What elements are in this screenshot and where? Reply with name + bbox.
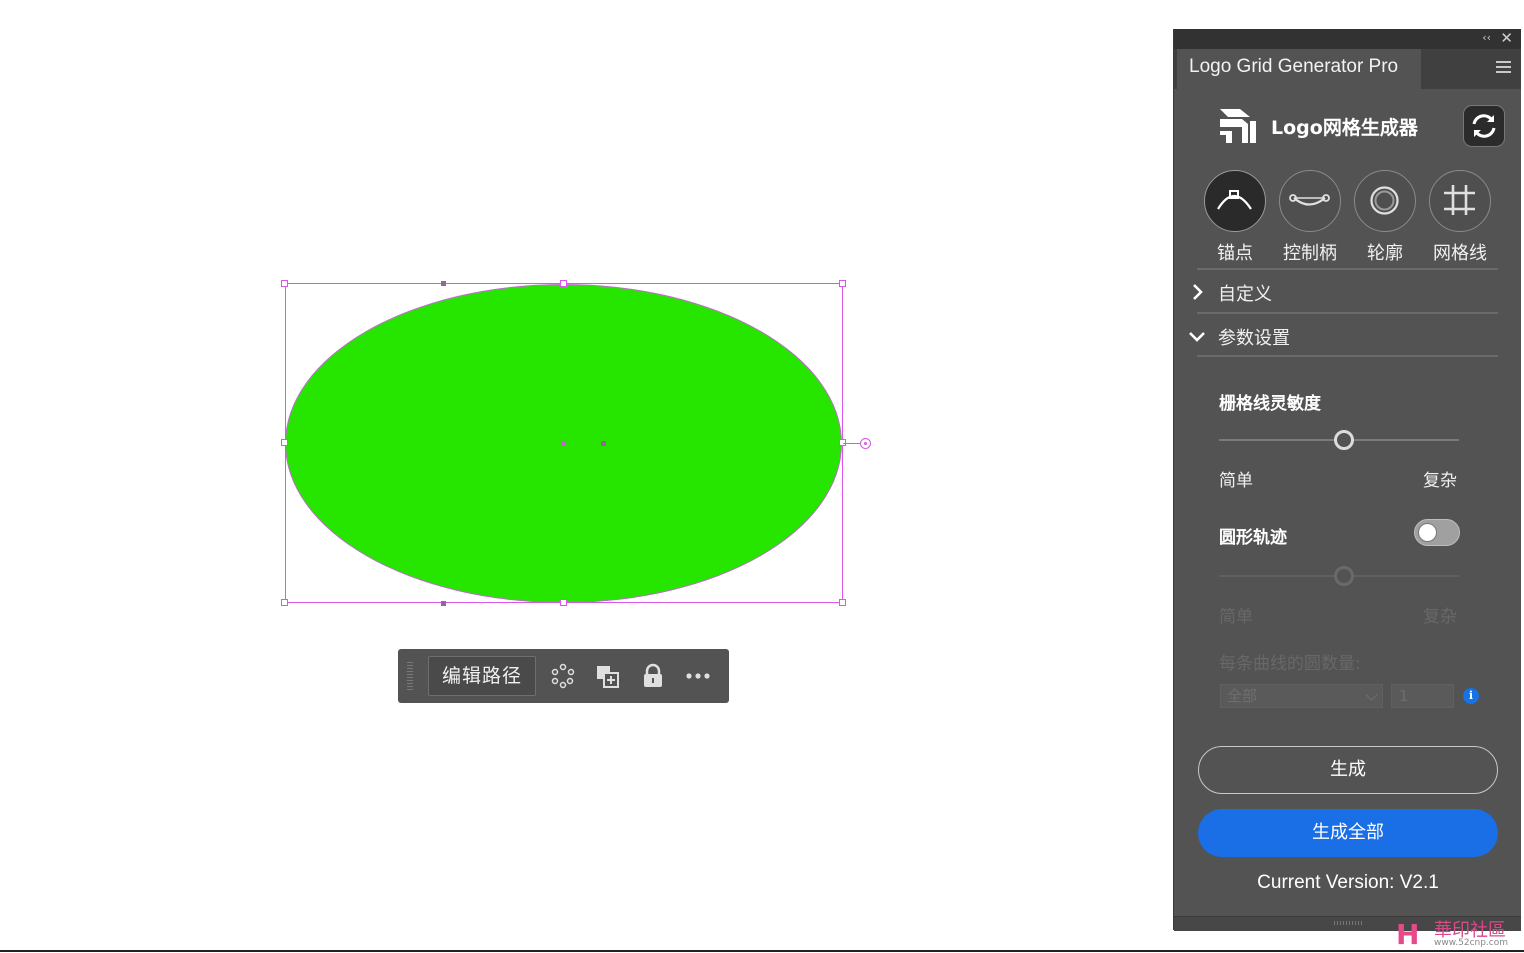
circles-per-curve-number-input[interactable]: 1: [1391, 684, 1454, 708]
mode-control-handle-button[interactable]: [1279, 170, 1341, 232]
circle-track-toggle[interactable]: [1414, 519, 1460, 546]
version-text: Current Version: V2.1: [1257, 872, 1439, 893]
mode-control-handle-label: 控制柄: [1283, 243, 1337, 264]
anchor-point-icon: [1217, 190, 1252, 210]
anchor-point[interactable]: [601, 441, 606, 446]
section-custom-header[interactable]: 自定义: [1218, 280, 1272, 306]
slider-min-label: 简单: [1219, 607, 1253, 627]
chevron-down-icon[interactable]: [1188, 328, 1206, 346]
control-handle-icon: [1289, 194, 1330, 206]
grid-lines-icon: [1444, 185, 1475, 215]
select-value: 全部: [1227, 687, 1258, 705]
contextual-task-bar: 编辑路径: [398, 649, 729, 703]
anchor-point[interactable]: [441, 281, 446, 286]
drag-grip-icon[interactable]: [407, 662, 413, 690]
generate-button[interactable]: 生成: [1198, 746, 1498, 794]
brand-logo-icon: [1220, 109, 1256, 143]
resize-handle-top-left[interactable]: [281, 280, 288, 287]
resize-handle-top[interactable]: [560, 280, 567, 287]
close-icon[interactable]: ✕: [1500, 29, 1513, 47]
watermark-logo-icon: H: [1396, 918, 1420, 951]
divider: [1197, 268, 1498, 270]
info-icon[interactable]: i: [1463, 688, 1479, 704]
resize-handle-bottom[interactable]: [560, 599, 567, 606]
generate-all-button[interactable]: 生成全部: [1198, 809, 1498, 857]
panel-menu-icon[interactable]: [1496, 61, 1511, 73]
more-icon[interactable]: [685, 663, 711, 689]
recolor-icon[interactable]: [550, 663, 576, 689]
logo-grid-generator-panel: ‹‹ ✕ Logo Grid Generator Pro Logo网格生成器 锚…: [1173, 29, 1521, 931]
resize-handle-top-right[interactable]: [839, 280, 846, 287]
resize-handle-bottom-right[interactable]: [839, 599, 846, 606]
window-bottom-edge: [0, 950, 1524, 952]
grid-sensitivity-slider-thumb[interactable]: [1333, 430, 1354, 450]
divider: [1197, 355, 1498, 357]
duplicate-icon[interactable]: [595, 663, 621, 689]
circles-per-curve-label: 每条曲线的圆数量:: [1219, 654, 1361, 674]
edit-path-button[interactable]: 编辑路径: [428, 656, 536, 696]
artboard-canvas[interactable]: 编辑路径: [0, 0, 1160, 950]
resize-handle-left[interactable]: [281, 439, 288, 446]
refresh-icon: [1472, 114, 1496, 138]
brand-name: Logo网格生成器: [1271, 117, 1418, 139]
divider: [1197, 312, 1498, 314]
slider-max-label: 复杂: [1423, 471, 1457, 491]
toggle-knob: [1418, 523, 1437, 542]
pie-widget-line: [843, 443, 861, 444]
circle-track-slider-thumb[interactable]: [1333, 566, 1354, 586]
watermark: H 華印社區 www.52cnp.com: [1396, 916, 1524, 951]
circles-per-curve-select[interactable]: 全部: [1220, 684, 1383, 708]
pie-widget-handle[interactable]: [860, 438, 871, 449]
resize-grip-icon[interactable]: [1334, 921, 1364, 925]
section-params-header[interactable]: 参数设置: [1218, 324, 1290, 350]
lock-icon[interactable]: [640, 663, 666, 689]
panel-tab-bar: Logo Grid Generator Pro: [1174, 49, 1521, 89]
panel-title-bar[interactable]: ‹‹ ✕: [1174, 29, 1521, 49]
chevron-right-icon[interactable]: [1188, 283, 1206, 301]
mode-anchor-button[interactable]: [1204, 170, 1266, 232]
tab-logo-grid-generator[interactable]: Logo Grid Generator Pro: [1177, 49, 1421, 89]
mode-grid-lines-label: 网格线: [1433, 243, 1487, 264]
slider-min-label: 简单: [1219, 471, 1253, 491]
mode-anchor-label: 锚点: [1217, 243, 1253, 264]
slider-max-label: 复杂: [1423, 607, 1457, 627]
collapse-panel-icon[interactable]: ‹‹: [1482, 31, 1491, 44]
anchor-point[interactable]: [441, 601, 446, 606]
circle-track-label: 圆形轨迹: [1219, 528, 1287, 548]
resize-handle-bottom-left[interactable]: [281, 599, 288, 606]
center-point: [561, 441, 566, 446]
grid-sensitivity-label: 栅格线灵敏度: [1219, 394, 1321, 414]
refresh-button[interactable]: [1463, 105, 1505, 147]
mode-outline-label: 轮廓: [1367, 243, 1403, 264]
chevron-down-icon: [1365, 688, 1378, 701]
outline-icon: [1370, 186, 1399, 215]
mode-outline-button[interactable]: [1354, 170, 1416, 232]
mode-grid-lines-button[interactable]: [1429, 170, 1491, 232]
watermark-url: www.52cnp.com: [1434, 938, 1509, 948]
